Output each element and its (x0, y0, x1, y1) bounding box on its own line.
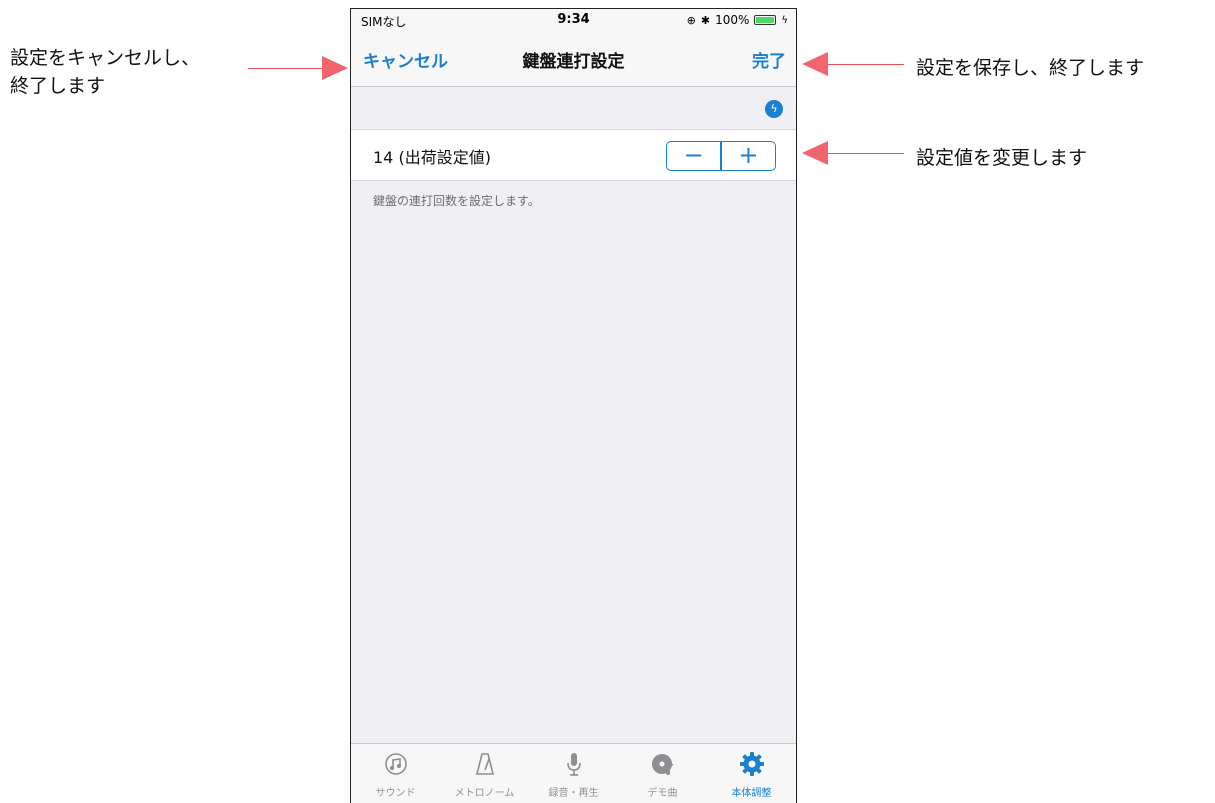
tab-settings[interactable]: 本体調整 (707, 744, 796, 803)
rotation-lock-icon: ⊕ (686, 13, 696, 27)
cancel-annotation-line2: 終了します (10, 75, 106, 97)
cancel-annotation: 設定をキャンセルし、 終了します (10, 44, 200, 100)
battery-fill (756, 17, 775, 23)
done-arrow-head (802, 52, 828, 76)
decrement-button[interactable]: − (667, 142, 720, 170)
setting-description: 鍵盤の連打回数を設定します。 (373, 194, 540, 208)
cancel-arrow-line (248, 68, 324, 69)
done-annotation: 設定を保存し、終了します (916, 57, 1145, 79)
status-bar: SIMなし 9:34 ⊕ ✱ 100% ϟ (351, 9, 796, 31)
setting-value: 14 (出荷設定値) (373, 148, 491, 167)
tab-label: サウンド (375, 788, 416, 799)
battery-icon (754, 15, 777, 25)
manual-page: 設定をキャンセルし、 終了します 設定を保存し、終了します 設定値を変更します … (0, 0, 1215, 803)
setting-row: 14 (出荷設定値) − + (351, 129, 796, 181)
charging-icon: ϟ (781, 14, 788, 26)
cancel-arrow-head (322, 56, 348, 80)
tab-bar: サウンド メトロノーム 録音・再生 デモ曲 本体調整 (351, 743, 796, 803)
gear-icon (707, 750, 796, 778)
tab-demo[interactable]: デモ曲 (618, 744, 707, 803)
tab-label: 本体調整 (731, 788, 772, 799)
metronome-icon (440, 750, 529, 778)
tab-sound[interactable]: サウンド (351, 744, 440, 803)
value-stepper: − + (666, 141, 776, 171)
demo-disc-icon (618, 750, 707, 778)
sound-icon (351, 750, 440, 778)
done-arrow-line (828, 64, 904, 65)
status-right: ⊕ ✱ 100% ϟ (687, 13, 788, 27)
stepper-arrow-line (828, 153, 904, 154)
tab-metronome[interactable]: メトロノーム (440, 744, 529, 803)
navigation-bar: キャンセル 鍵盤連打設定 完了 (351, 31, 796, 87)
increment-button[interactable]: + (722, 142, 775, 170)
tab-label: 録音・再生 (548, 788, 599, 799)
phone-screen: SIMなし 9:34 ⊕ ✱ 100% ϟ キャンセル 鍵盤連打設定 完了 ϟ … (350, 8, 797, 803)
cancel-annotation-line1: 設定をキャンセルし、 (10, 47, 201, 69)
bolt-icon: ϟ (765, 100, 783, 118)
battery-percent: 100% (715, 13, 750, 27)
tab-label: メトロノーム (454, 788, 515, 799)
stepper-annotation: 設定値を変更します (916, 147, 1088, 169)
page-title: 鍵盤連打設定 (522, 52, 625, 72)
microphone-icon (529, 750, 618, 778)
stepper-arrow-head (802, 141, 828, 165)
tab-record[interactable]: 録音・再生 (529, 744, 618, 803)
bluetooth-icon: ✱ (700, 13, 711, 27)
done-button[interactable]: 完了 (752, 47, 786, 72)
tab-label: デモ曲 (647, 788, 678, 799)
